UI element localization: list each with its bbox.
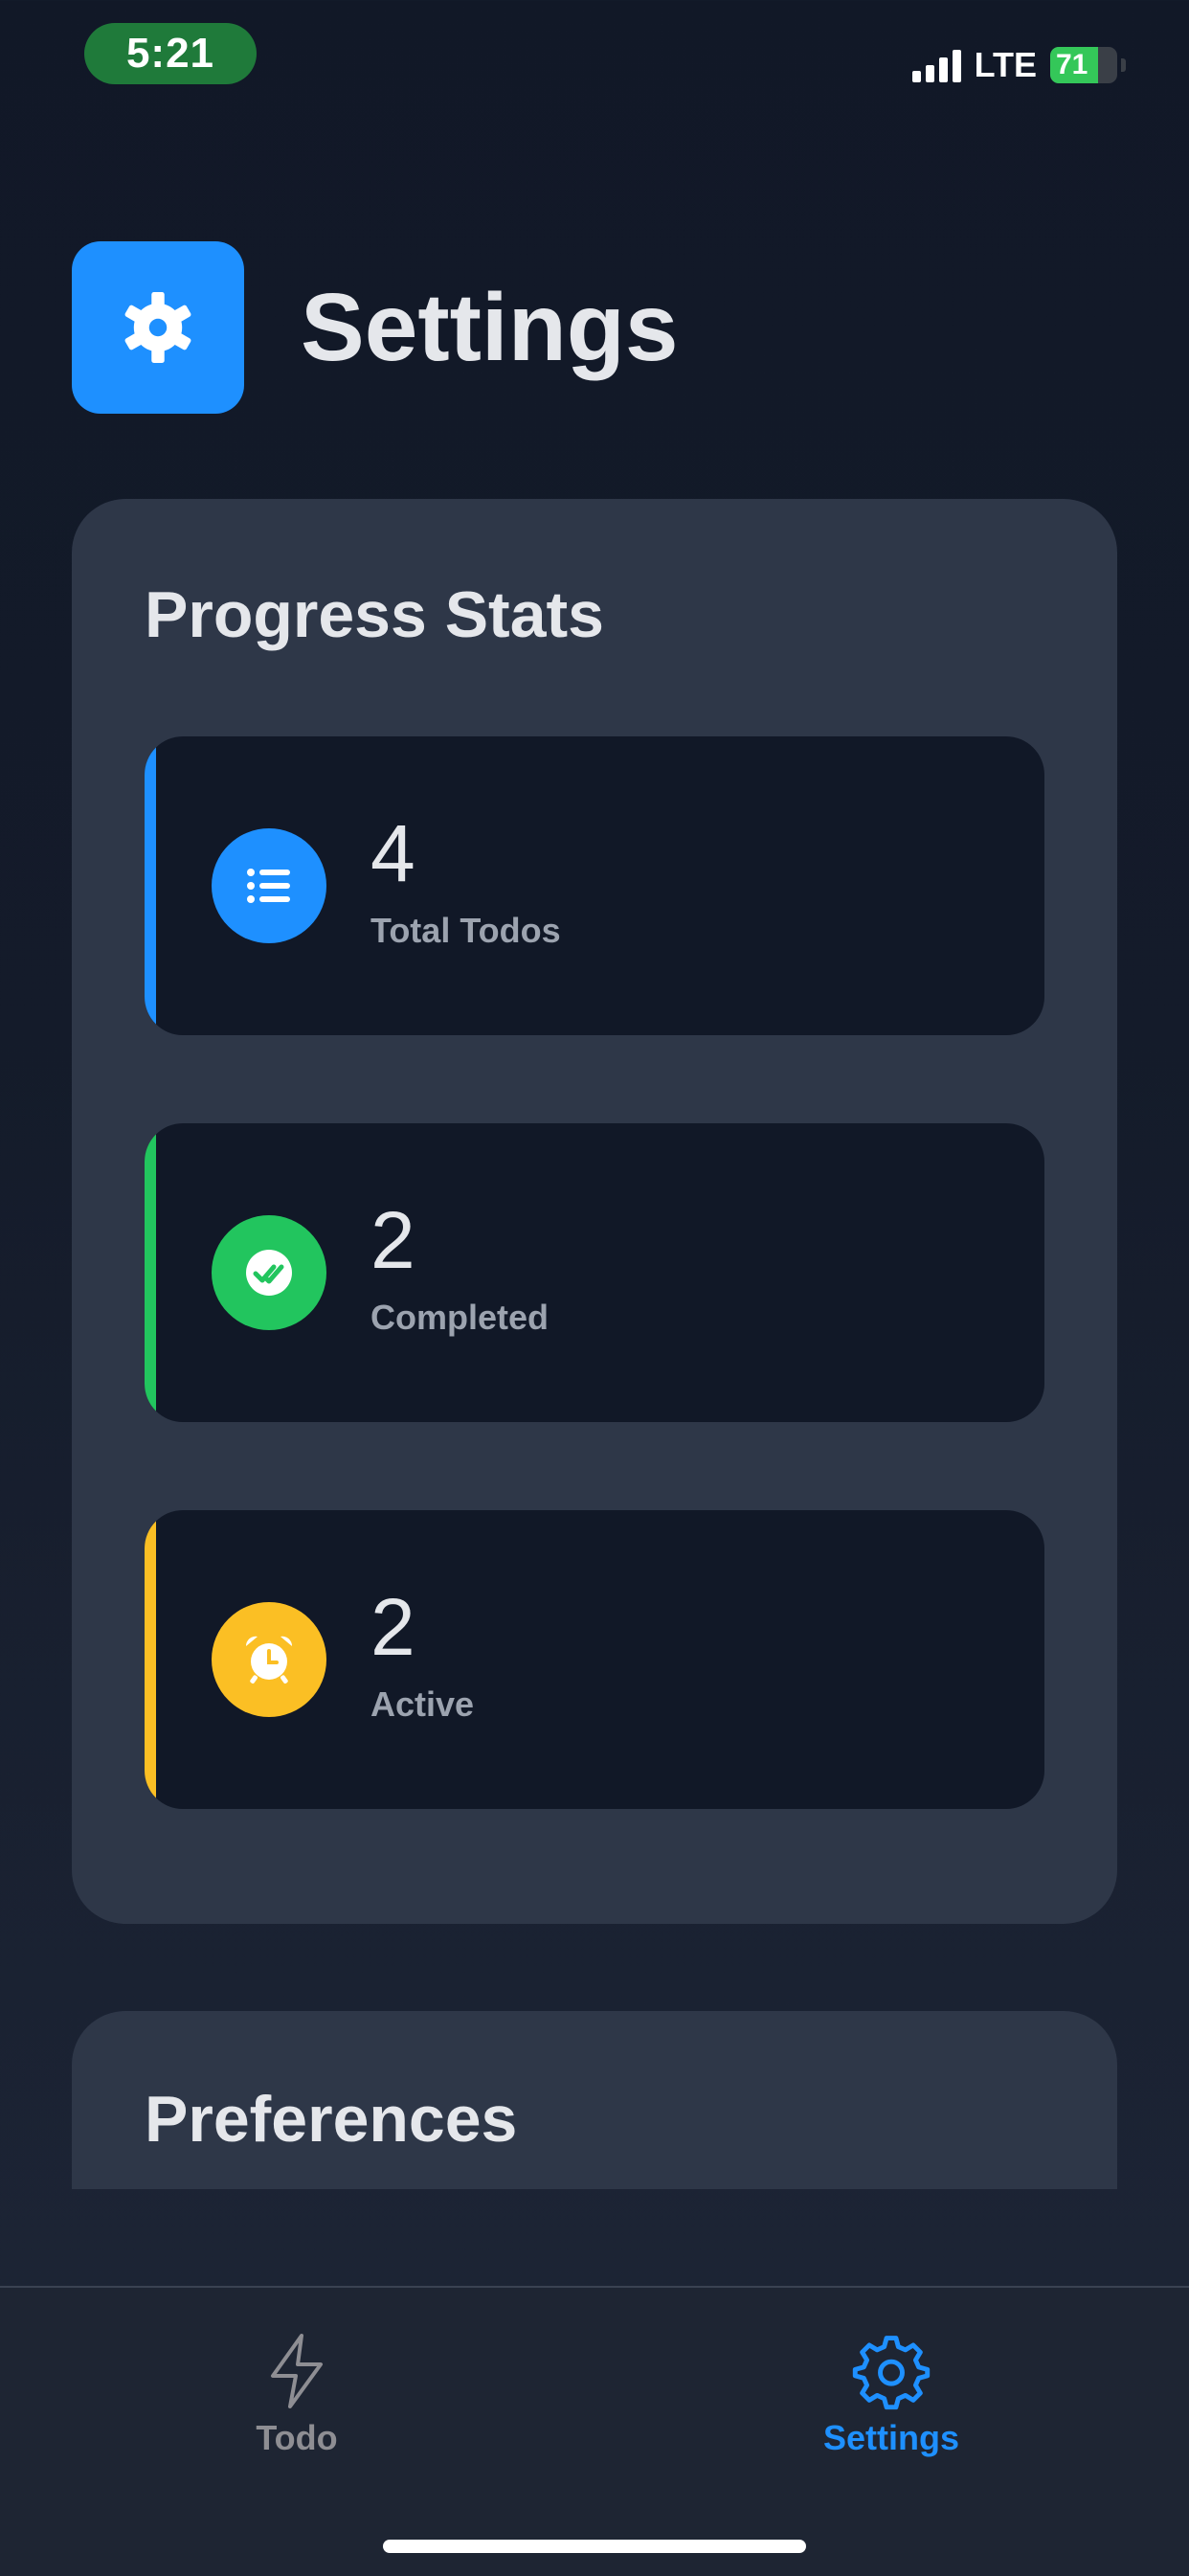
lightning-icon <box>271 2334 323 2408</box>
gear-icon <box>124 292 191 363</box>
stat-accent-bar <box>145 736 156 1035</box>
gear-icon <box>852 2336 931 2410</box>
settings-header-icon <box>72 241 244 414</box>
list-icon <box>247 869 290 903</box>
tab-bar: Todo Settings <box>0 2286 1189 2576</box>
stat-active: 2 Active <box>145 1510 1044 1809</box>
stat-accent-bar <box>145 1123 156 1422</box>
battery-icon: 71 <box>1050 47 1117 83</box>
status-time: 5:21 <box>84 23 257 84</box>
stat-icon-circle <box>212 828 326 943</box>
signal-icon <box>911 48 961 82</box>
alarm-clock-icon <box>245 1636 293 1684</box>
home-indicator[interactable] <box>383 2540 806 2553</box>
stat-value: 2 <box>370 1195 415 1285</box>
progress-stats-card: Progress Stats 4 Total Todos 2 Completed… <box>72 499 1117 1924</box>
stat-icon-circle <box>212 1602 326 1717</box>
double-check-icon <box>246 1250 292 1296</box>
tab-settings[interactable]: Settings <box>776 2332 1006 2458</box>
stat-label: Active <box>370 1684 475 1724</box>
preferences-title: Preferences <box>145 2083 518 2156</box>
battery-tip <box>1121 58 1126 72</box>
stat-label: Completed <box>370 1298 550 1337</box>
stat-value: 2 <box>370 1582 415 1672</box>
stat-total-todos: 4 Total Todos <box>145 736 1044 1035</box>
tab-label: Todo <box>256 2418 338 2457</box>
stat-completed: 2 Completed <box>145 1123 1044 1422</box>
page-title: Settings <box>301 274 679 381</box>
tab-label: Settings <box>822 2418 959 2457</box>
status-indicators: LTE 71 <box>911 42 1126 88</box>
tab-todo[interactable]: Todo <box>182 2332 412 2458</box>
stat-label: Total Todos <box>370 911 561 950</box>
stat-icon-circle <box>212 1215 326 1330</box>
preferences-card: Preferences <box>72 2011 1117 2189</box>
battery-level: 71 <box>1056 49 1088 80</box>
stat-accent-bar <box>145 1510 156 1809</box>
stat-value: 4 <box>370 808 415 898</box>
network-type: LTE <box>974 45 1037 84</box>
progress-stats-title: Progress Stats <box>145 578 604 651</box>
